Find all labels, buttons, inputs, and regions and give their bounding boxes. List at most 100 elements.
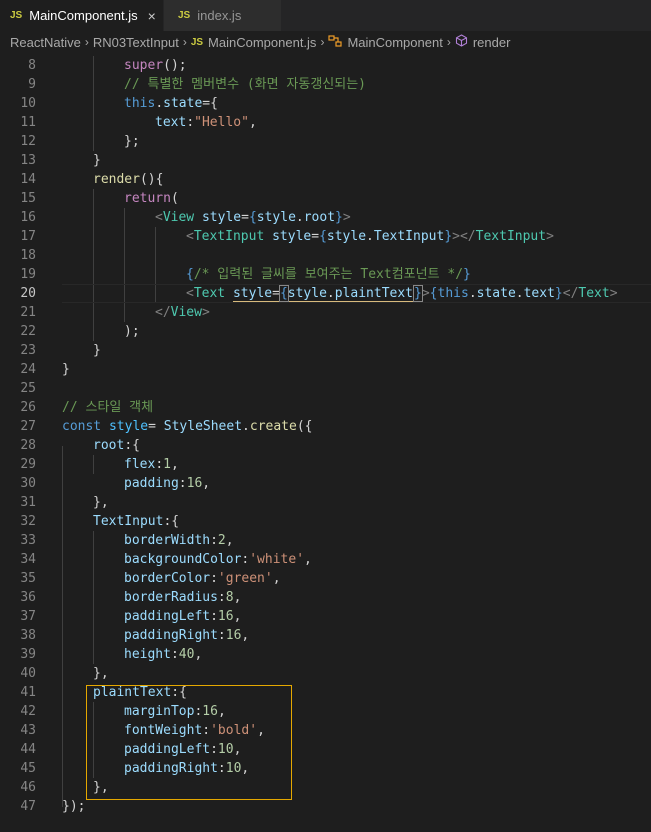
code-line: 40}, [0, 664, 651, 683]
breadcrumb-item-file[interactable]: MainComponent.js [208, 35, 316, 50]
code-token: style [256, 210, 296, 225]
code-token: = [311, 229, 320, 244]
code-token: </ [562, 286, 579, 301]
code-line: 20 <Text style={style.plaintText}>{this.s… [0, 284, 651, 303]
code-token: View [170, 305, 202, 320]
line-number: 19 [20, 267, 36, 282]
line-number: 21 [20, 305, 36, 320]
line-number: 15 [20, 191, 36, 206]
line-number: 23 [20, 343, 36, 358]
code-token: } [93, 153, 101, 168]
tab-bar: JS MainComponent.js × JS index.js [0, 0, 651, 31]
code-line: 11 text:"Hello", [0, 113, 651, 132]
code-token: this [437, 286, 469, 301]
code-line: 31}, [0, 493, 651, 512]
code-token: ></ [452, 229, 476, 244]
code-comment: // 스타일 객체 [62, 400, 154, 415]
code-token: 16 [225, 628, 242, 643]
line-number: 32 [20, 514, 36, 529]
code-token: text [155, 115, 187, 130]
code-line: 17 <TextInput style={style.TextInput}></T… [0, 227, 651, 246]
code-token: :{ [124, 438, 140, 453]
code-line: 15 return( [0, 189, 651, 208]
line-number: 34 [20, 552, 36, 567]
code-token: TextInput [193, 229, 265, 244]
chevron-right-icon: › [320, 35, 325, 49]
code-line: 36 borderRadius:8, [0, 588, 651, 607]
code-token: 'green' [217, 571, 273, 586]
chevron-right-icon: › [84, 35, 89, 49]
method-icon [455, 34, 468, 50]
code-line: 19 {/* 입력된 글씨를 보여주는 Text컴포넌트 */} [0, 265, 651, 284]
code-token: ); [124, 324, 140, 339]
breadcrumb-item-method[interactable]: render [473, 35, 511, 50]
code-token: : [178, 476, 187, 491]
code-token: style [201, 210, 242, 225]
tab-maincomponent-js[interactable]: JS MainComponent.js × [0, 0, 164, 31]
code-line: 23} [0, 341, 651, 360]
line-number: 22 [20, 324, 36, 339]
js-file-icon: JS [10, 10, 23, 21]
code-token: { [186, 267, 194, 282]
breadcrumb-item-class[interactable]: MainComponent [347, 35, 442, 50]
line-number: 25 [20, 381, 36, 396]
tab-label: index.js [197, 8, 242, 23]
code-token: TextInput [475, 229, 547, 244]
code-token: create [249, 419, 297, 434]
line-number: 36 [20, 590, 36, 605]
code-token: height [124, 647, 171, 662]
code-token: = [241, 210, 249, 225]
code-token: render [93, 172, 140, 187]
code-token: : [186, 115, 195, 130]
code-line: 34 backgroundColor:'white', [0, 550, 651, 569]
code-token: = [272, 286, 280, 301]
code-token: , [225, 533, 234, 548]
code-line: 9 // 특별한 멤버변수 (화면 자동갱신되는) [0, 75, 651, 94]
line-number: 47 [20, 799, 36, 814]
code-line: 10 this.state={ [0, 94, 651, 113]
highlight-box [86, 685, 292, 800]
line-number: 40 [20, 666, 36, 681]
line-number: 27 [20, 419, 36, 434]
line-number: 24 [20, 362, 36, 377]
code-token: 8 [225, 590, 234, 605]
code-token: style [232, 286, 273, 301]
code-token: , [170, 457, 179, 472]
code-comment: // 특별한 멤버변수 (화면 자동갱신되는) [124, 77, 367, 92]
code-token: 16 [217, 609, 234, 624]
code-token: > [609, 286, 618, 301]
code-line: 28 root:{ [0, 436, 651, 455]
code-line: 30 padding:16, [0, 474, 651, 493]
line-number: 20 [20, 286, 36, 301]
line-number: 16 [20, 210, 36, 225]
code-token: }; [124, 134, 140, 149]
code-token: :{ [163, 514, 180, 529]
breadcrumb-item-folder[interactable]: ReactNative [10, 35, 81, 50]
chevron-right-icon: › [182, 35, 187, 49]
line-number: 11 [20, 115, 36, 130]
code-token: </ [155, 305, 171, 320]
code-token: flex [124, 457, 156, 472]
code-token: > [546, 229, 554, 244]
line-number: 37 [20, 609, 36, 624]
code-editor[interactable]: 8 super(); 9// 특별한 멤버변수 (화면 자동갱신되는) 10 thi… [0, 56, 651, 832]
code-token: , [233, 590, 242, 605]
tab-index-js[interactable]: JS index.js [164, 0, 282, 31]
code-token: , [248, 115, 257, 130]
code-line: 26 // 스타일 객체 [0, 398, 651, 417]
line-number: 26 [20, 400, 36, 415]
code-token: } [335, 210, 343, 225]
code-token: }); [62, 799, 86, 814]
code-token: style [326, 229, 367, 244]
code-token: TextInput [93, 514, 164, 529]
line-number: 9 [28, 77, 36, 92]
js-file-icon: JS [178, 10, 191, 21]
code-token: < [155, 210, 163, 225]
breadcrumb-item-folder[interactable]: RN03TextInput [93, 35, 179, 50]
line-number: 29 [20, 457, 36, 472]
close-icon[interactable]: × [148, 8, 156, 24]
line-number: 39 [20, 647, 36, 662]
code-token: . [366, 229, 374, 244]
code-token: Text [193, 286, 226, 301]
